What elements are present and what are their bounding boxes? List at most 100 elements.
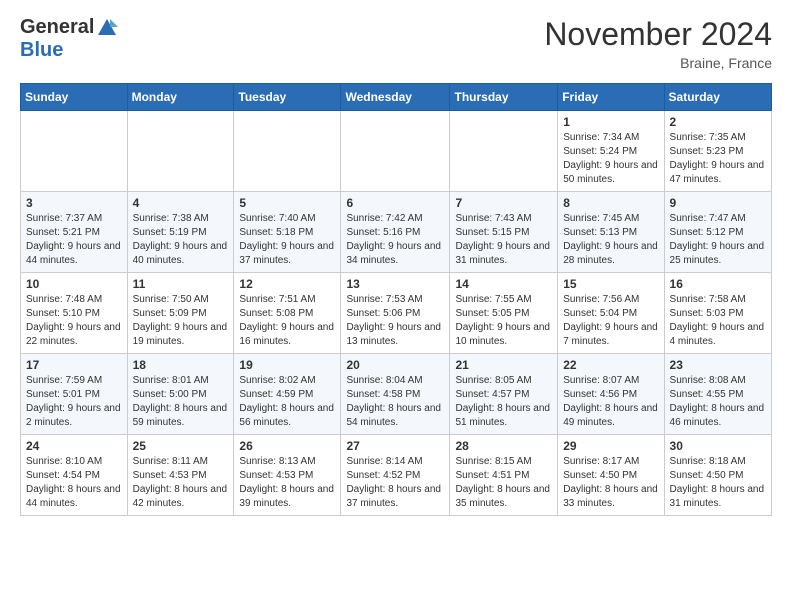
day-info: Sunrise: 7:56 AM Sunset: 5:04 PM Dayligh… [563, 293, 658, 349]
col-sunday: Sunday [21, 84, 128, 111]
day-number: 23 [670, 358, 766, 372]
calendar-cell [21, 111, 128, 192]
calendar-cell: 30Sunrise: 8:18 AM Sunset: 4:50 PM Dayli… [664, 435, 771, 516]
calendar-cell: 20 Sunrise: 8:04 AM Sunset: 4:58 PM Dayli… [341, 354, 450, 435]
day-number: 12 [239, 277, 335, 291]
col-wednesday: Wednesday [341, 84, 450, 111]
calendar-cell: 27 Sunrise: 8:14 AM Sunset: 4:52 PM Dayli… [341, 435, 450, 516]
day-info: Sunrise: 7:38 AM Sunset: 5:19 PM Dayligh… [133, 212, 229, 268]
logo-general-text: General [20, 16, 94, 39]
calendar-cell: 7 Sunrise: 7:43 AM Sunset: 5:15 PM Daylig… [450, 192, 558, 273]
day-number: 6 [346, 196, 444, 210]
col-saturday: Saturday [664, 84, 771, 111]
calendar-cell: 15 Sunrise: 7:56 AM Sunset: 5:04 PM Dayli… [558, 273, 664, 354]
calendar-cell [234, 111, 341, 192]
calendar-cell: 9 Sunrise: 7:47 AM Sunset: 5:12 PM Daylig… [664, 192, 771, 273]
calendar-cell: 21Sunrise: 8:05 AM Sunset: 4:57 PM Dayli… [450, 354, 558, 435]
calendar-cell: 5 Sunrise: 7:40 AM Sunset: 5:18 PM Daylig… [234, 192, 341, 273]
calendar: Sunday Monday Tuesday Wednesday Thursday… [20, 83, 772, 516]
calendar-cell: 22Sunrise: 8:07 AM Sunset: 4:56 PM Dayli… [558, 354, 664, 435]
calendar-cell [127, 111, 234, 192]
day-number: 1 [563, 115, 658, 129]
day-info: Sunrise: 7:43 AM Sunset: 5:15 PM Dayligh… [455, 212, 552, 268]
week-row-5: 24Sunrise: 8:10 AM Sunset: 4:54 PM Dayli… [21, 435, 772, 516]
calendar-header-row: Sunday Monday Tuesday Wednesday Thursday… [21, 84, 772, 111]
calendar-cell: 17 Sunrise: 7:59 AM Sunset: 5:01 PM Dayli… [21, 354, 128, 435]
col-friday: Friday [558, 84, 664, 111]
calendar-cell: 13Sunrise: 7:53 AM Sunset: 5:06 PM Dayli… [341, 273, 450, 354]
calendar-cell: 2Sunrise: 7:35 AM Sunset: 5:23 PM Daylig… [664, 111, 771, 192]
calendar-cell: 19 Sunrise: 8:02 AM Sunset: 4:59 PM Dayli… [234, 354, 341, 435]
calendar-cell: 1Sunrise: 7:34 AM Sunset: 5:24 PM Daylig… [558, 111, 664, 192]
week-row-2: 3 Sunrise: 7:37 AM Sunset: 5:21 PM Daylig… [21, 192, 772, 273]
calendar-cell: 3 Sunrise: 7:37 AM Sunset: 5:21 PM Daylig… [21, 192, 128, 273]
calendar-cell: 28 Sunrise: 8:15 AM Sunset: 4:51 PM Dayli… [450, 435, 558, 516]
day-number: 15 [563, 277, 658, 291]
day-info: Sunrise: 7:51 AM Sunset: 5:08 PM Dayligh… [239, 293, 335, 349]
day-number: 20 [346, 358, 444, 372]
day-number: 28 [455, 439, 552, 453]
day-info: Sunrise: 7:45 AM Sunset: 5:13 PM Dayligh… [563, 212, 658, 268]
day-number: 14 [455, 277, 552, 291]
day-info: Sunrise: 8:04 AM Sunset: 4:58 PM Dayligh… [346, 374, 444, 430]
day-info: Sunrise: 8:10 AM Sunset: 4:54 PM Dayligh… [26, 455, 122, 511]
day-number: 19 [239, 358, 335, 372]
day-number: 2 [670, 115, 766, 129]
day-info: Sunrise: 7:42 AM Sunset: 5:16 PM Dayligh… [346, 212, 444, 268]
day-number: 3 [26, 196, 122, 210]
day-number: 9 [670, 196, 766, 210]
day-info: Sunrise: 7:48 AM Sunset: 5:10 PM Dayligh… [26, 293, 122, 349]
day-info: Sunrise: 8:17 AM Sunset: 4:50 PM Dayligh… [563, 455, 658, 511]
day-number: 11 [133, 277, 229, 291]
calendar-cell: 4 Sunrise: 7:38 AM Sunset: 5:19 PM Daylig… [127, 192, 234, 273]
day-number: 30 [670, 439, 766, 453]
day-number: 4 [133, 196, 229, 210]
calendar-cell: 25Sunrise: 8:11 AM Sunset: 4:53 PM Dayli… [127, 435, 234, 516]
calendar-body: 1Sunrise: 7:34 AM Sunset: 5:24 PM Daylig… [21, 111, 772, 516]
day-number: 27 [346, 439, 444, 453]
calendar-cell: 12 Sunrise: 7:51 AM Sunset: 5:08 PM Dayli… [234, 273, 341, 354]
day-info: Sunrise: 7:58 AM Sunset: 5:03 PM Dayligh… [670, 293, 766, 349]
week-row-3: 10 Sunrise: 7:48 AM Sunset: 5:10 PM Dayli… [21, 273, 772, 354]
day-info: Sunrise: 8:15 AM Sunset: 4:51 PM Dayligh… [455, 455, 552, 511]
calendar-cell: 10 Sunrise: 7:48 AM Sunset: 5:10 PM Dayli… [21, 273, 128, 354]
col-tuesday: Tuesday [234, 84, 341, 111]
logo: General Blue [20, 16, 118, 62]
day-info: Sunrise: 7:50 AM Sunset: 5:09 PM Dayligh… [133, 293, 229, 349]
day-number: 17 [26, 358, 122, 372]
day-info: Sunrise: 7:40 AM Sunset: 5:18 PM Dayligh… [239, 212, 335, 268]
day-number: 10 [26, 277, 122, 291]
week-row-4: 17 Sunrise: 7:59 AM Sunset: 5:01 PM Dayli… [21, 354, 772, 435]
calendar-cell: 26 Sunrise: 8:13 AM Sunset: 4:53 PM Dayli… [234, 435, 341, 516]
calendar-cell: 8 Sunrise: 7:45 AM Sunset: 5:13 PM Daylig… [558, 192, 664, 273]
day-number: 7 [455, 196, 552, 210]
page: General Blue November 2024 Braine, Franc… [0, 0, 792, 532]
day-number: 18 [133, 358, 229, 372]
week-row-1: 1Sunrise: 7:34 AM Sunset: 5:24 PM Daylig… [21, 111, 772, 192]
calendar-cell [341, 111, 450, 192]
day-info: Sunrise: 8:11 AM Sunset: 4:53 PM Dayligh… [133, 455, 229, 511]
col-monday: Monday [127, 84, 234, 111]
day-number: 26 [239, 439, 335, 453]
day-info: Sunrise: 8:14 AM Sunset: 4:52 PM Dayligh… [346, 455, 444, 511]
day-info: Sunrise: 7:47 AM Sunset: 5:12 PM Dayligh… [670, 212, 766, 268]
day-number: 5 [239, 196, 335, 210]
day-info: Sunrise: 8:02 AM Sunset: 4:59 PM Dayligh… [239, 374, 335, 430]
month-title: November 2024 [544, 16, 772, 53]
day-info: Sunrise: 8:13 AM Sunset: 4:53 PM Dayligh… [239, 455, 335, 511]
calendar-cell: 11 Sunrise: 7:50 AM Sunset: 5:09 PM Dayli… [127, 273, 234, 354]
calendar-cell: 6 Sunrise: 7:42 AM Sunset: 5:16 PM Daylig… [341, 192, 450, 273]
day-number: 21 [455, 358, 552, 372]
calendar-cell: 18Sunrise: 8:01 AM Sunset: 5:00 PM Dayli… [127, 354, 234, 435]
day-info: Sunrise: 7:53 AM Sunset: 5:06 PM Dayligh… [346, 293, 444, 349]
logo-icon [96, 17, 118, 39]
day-info: Sunrise: 7:37 AM Sunset: 5:21 PM Dayligh… [26, 212, 122, 268]
calendar-cell: 14 Sunrise: 7:55 AM Sunset: 5:05 PM Dayli… [450, 273, 558, 354]
day-info: Sunrise: 7:59 AM Sunset: 5:01 PM Dayligh… [26, 374, 122, 430]
calendar-cell: 29Sunrise: 8:17 AM Sunset: 4:50 PM Dayli… [558, 435, 664, 516]
day-number: 8 [563, 196, 658, 210]
day-info: Sunrise: 7:55 AM Sunset: 5:05 PM Dayligh… [455, 293, 552, 349]
location: Braine, France [544, 55, 772, 71]
calendar-cell: 23Sunrise: 8:08 AM Sunset: 4:55 PM Dayli… [664, 354, 771, 435]
header: General Blue November 2024 Braine, Franc… [20, 16, 772, 71]
